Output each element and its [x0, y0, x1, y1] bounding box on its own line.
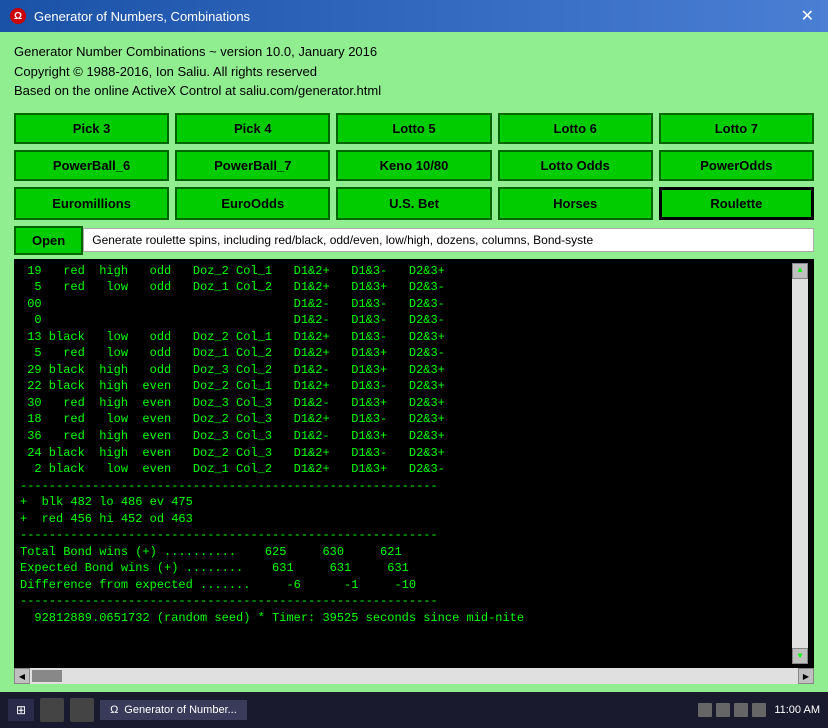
- open-row: Open Generate roulette spins, including …: [14, 226, 814, 255]
- usbet-button[interactable]: U.S. Bet: [336, 187, 491, 220]
- scroll-up-button[interactable]: ▲: [792, 263, 808, 279]
- button-row2: PowerBall_6 PowerBall_7 Keno 10/80 Lotto…: [14, 150, 814, 181]
- keno-button[interactable]: Keno 10/80: [336, 150, 491, 181]
- scroll-h-thumb[interactable]: [32, 670, 62, 682]
- header-info: Generator Number Combinations ~ version …: [14, 42, 814, 101]
- content-area: Generator Number Combinations ~ version …: [0, 32, 828, 692]
- clock: 11:00 AM: [774, 704, 820, 716]
- title-bar-left: Ω Generator of Numbers, Combinations: [10, 8, 250, 24]
- powerball6-button[interactable]: PowerBall_6: [14, 150, 169, 181]
- header-line2: Copyright © 1988-2016, Ion Saliu. All ri…: [14, 62, 814, 82]
- euroodds-button[interactable]: EuroOdds: [175, 187, 330, 220]
- button-row3: Euromillions EuroOdds U.S. Bet Horses Ro…: [14, 187, 814, 220]
- close-button[interactable]: ✕: [797, 6, 818, 26]
- horizontal-scrollbar[interactable]: ◀ ▶: [14, 668, 814, 684]
- output-section: 19 red high odd Doz_2 Col_1 D1&2+ D1&3- …: [14, 259, 814, 669]
- open-description: Generate roulette spins, including red/b…: [83, 228, 814, 252]
- start-button[interactable]: ⊞: [8, 699, 34, 721]
- taskbar: ⊞ Ω Generator of Number... 11:00 AM: [0, 692, 828, 728]
- output-text: 19 red high odd Doz_2 Col_1 D1&2+ D1&3- …: [20, 263, 792, 665]
- tray-icon-3: [734, 703, 748, 717]
- lotto7-button[interactable]: Lotto 7: [659, 113, 814, 144]
- lotto-odds-button[interactable]: Lotto Odds: [498, 150, 653, 181]
- tray-icon-1: [698, 703, 712, 717]
- main-window: Ω Generator of Numbers, Combinations ✕ G…: [0, 0, 828, 728]
- title-bar: Ω Generator of Numbers, Combinations ✕: [0, 0, 828, 32]
- taskbar-icon-2[interactable]: [70, 698, 94, 722]
- taskbar-icon-1[interactable]: [40, 698, 64, 722]
- horses-button[interactable]: Horses: [498, 187, 653, 220]
- scroll-right-button[interactable]: ▶: [798, 668, 814, 684]
- powerodds-button[interactable]: PowerOdds: [659, 150, 814, 181]
- euromillions-button[interactable]: Euromillions: [14, 187, 169, 220]
- window-title: Generator of Numbers, Combinations: [34, 9, 250, 24]
- pick3-button[interactable]: Pick 3: [14, 113, 169, 144]
- app-icon: Ω: [10, 8, 26, 24]
- taskbar-app[interactable]: Ω Generator of Number...: [100, 700, 247, 720]
- header-line1: Generator Number Combinations ~ version …: [14, 42, 814, 62]
- tray-icons: [698, 703, 766, 717]
- scroll-down-button[interactable]: ▼: [792, 648, 808, 664]
- lotto5-button[interactable]: Lotto 5: [336, 113, 491, 144]
- app-icon-small: Ω: [110, 704, 118, 716]
- lotto6-button[interactable]: Lotto 6: [498, 113, 653, 144]
- output-container: 19 red high odd Doz_2 Col_1 D1&2+ D1&3- …: [14, 259, 814, 669]
- scroll-left-button[interactable]: ◀: [14, 668, 30, 684]
- vertical-scrollbar[interactable]: ▲ ▼: [792, 263, 808, 665]
- header-line3: Based on the online ActiveX Control at s…: [14, 81, 814, 101]
- windows-icon: ⊞: [16, 703, 26, 717]
- open-button[interactable]: Open: [14, 226, 83, 255]
- scroll-track[interactable]: [792, 279, 808, 649]
- scroll-h-track[interactable]: [30, 668, 798, 684]
- powerball7-button[interactable]: PowerBall_7: [175, 150, 330, 181]
- tray-icon-2: [716, 703, 730, 717]
- tray-icon-4: [752, 703, 766, 717]
- button-row1: Pick 3 Pick 4 Lotto 5 Lotto 6 Lotto 7: [14, 113, 814, 144]
- roulette-button[interactable]: Roulette: [659, 187, 814, 220]
- app-label: Generator of Number...: [124, 704, 237, 716]
- pick4-button[interactable]: Pick 4: [175, 113, 330, 144]
- taskbar-right: 11:00 AM: [698, 703, 820, 717]
